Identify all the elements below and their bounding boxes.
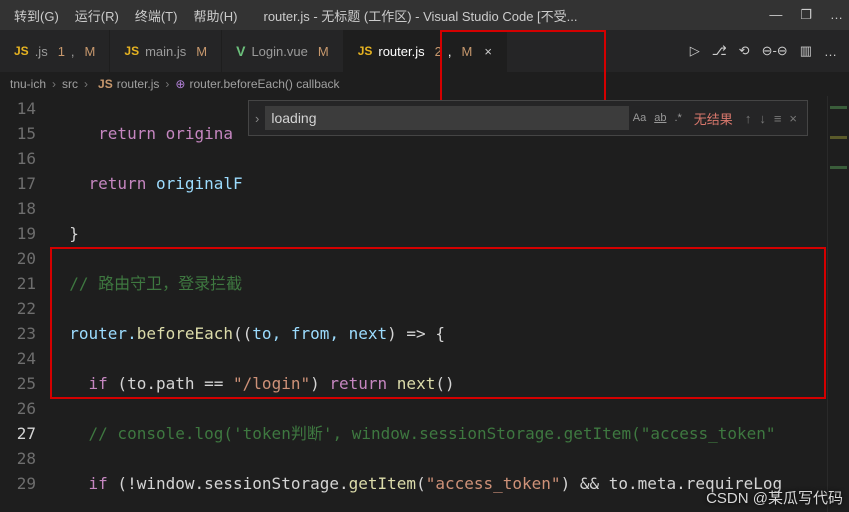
method-icon: ⊕ xyxy=(175,77,185,91)
line-number: 27 xyxy=(0,421,36,446)
line-number: 22 xyxy=(0,296,36,321)
branch-icon[interactable]: ⎇ xyxy=(712,43,727,59)
window-more-icon[interactable]: … xyxy=(830,7,843,23)
line-number: 18 xyxy=(0,196,36,221)
menu-run[interactable]: 运行(R) xyxy=(67,2,127,29)
line-gutter: 14 15 16 17 18 19 20 21 22 23 24 25 26 2… xyxy=(0,96,50,512)
diff-icon[interactable]: ⊖-⊖ xyxy=(762,43,788,59)
code-line: return originalF xyxy=(50,171,827,196)
menubar: 转到(G) 运行(R) 终端(T) 帮助(H) router.js - 无标题 … xyxy=(0,0,849,30)
close-tab-icon[interactable]: × xyxy=(484,44,492,59)
line-number: 17 xyxy=(0,171,36,196)
more-icon[interactable]: … xyxy=(824,44,837,59)
split-editor-icon[interactable]: ▥ xyxy=(800,43,812,59)
regex-icon[interactable]: .* xyxy=(674,112,681,124)
line-number: 24 xyxy=(0,346,36,371)
code-line: if (to.path == "/login") return next() xyxy=(50,371,827,396)
line-number: 29 xyxy=(0,471,36,496)
line-number: 28 xyxy=(0,446,36,471)
tab-label: router.js xyxy=(378,44,424,59)
line-number: 20 xyxy=(0,246,36,271)
line-number: 14 xyxy=(0,96,36,121)
tab-file-main[interactable]: JS main.js M xyxy=(110,30,222,72)
line-number: 19 xyxy=(0,221,36,246)
find-prev-icon[interactable]: ↑ xyxy=(745,111,752,126)
tab-label: main.js xyxy=(145,44,186,59)
js-icon: JS xyxy=(124,44,139,58)
close-find-icon[interactable]: × xyxy=(789,111,797,126)
code-editor[interactable]: 14 15 16 17 18 19 20 21 22 23 24 25 26 2… xyxy=(0,96,849,512)
tab-label: .js xyxy=(35,44,48,59)
line-number: 15 xyxy=(0,121,36,146)
code-line: } xyxy=(50,221,827,246)
match-case-icon[interactable]: Aa xyxy=(633,112,646,124)
bc-src[interactable]: src xyxy=(62,77,78,91)
problem-count: 1 xyxy=(58,44,65,59)
tab-file-router[interactable]: JS router.js 2, M × xyxy=(344,30,507,72)
bc-root[interactable]: tnu-ich xyxy=(10,77,46,91)
code-line: // console.log('token判断', window.session… xyxy=(50,421,827,446)
chevron-right-icon: › xyxy=(165,77,169,91)
find-in-selection-icon[interactable]: ≡ xyxy=(774,111,782,126)
dirty-indicator: M xyxy=(318,44,329,59)
tab-label: Login.vue xyxy=(251,44,307,59)
window-title: router.js - 无标题 (工作区) - Visual Studio Co… xyxy=(263,6,757,25)
bc-file[interactable]: router.js xyxy=(117,77,160,91)
vue-icon: V xyxy=(236,43,245,59)
window-restore-icon[interactable]: ❐ xyxy=(800,7,812,23)
find-no-results: 无结果 xyxy=(694,109,733,128)
editor-area: › Aa ab .* 无结果 ↑ ↓ ≡ × 14 15 16 17 18 19… xyxy=(0,96,849,512)
find-input[interactable] xyxy=(265,106,628,130)
line-number: 25 xyxy=(0,371,36,396)
menu-terminal[interactable]: 终端(T) xyxy=(127,2,186,29)
breadcrumb[interactable]: tnu-ich › src › JS router.js › ⊕ router.… xyxy=(0,72,849,96)
tab-file-login[interactable]: V Login.vue M xyxy=(222,30,344,72)
bc-symbol[interactable]: router.beforeEach() callback xyxy=(189,77,339,91)
window-min-icon[interactable]: — xyxy=(769,7,782,23)
menu-go[interactable]: 转到(G) xyxy=(6,2,67,29)
js-icon: JS xyxy=(14,44,29,58)
dirty-indicator: M xyxy=(196,44,207,59)
find-widget: › Aa ab .* 无结果 ↑ ↓ ≡ × xyxy=(248,100,808,136)
code-content[interactable]: return origina return originalF } // 路由守… xyxy=(50,96,827,512)
match-whole-word-icon[interactable]: ab xyxy=(654,112,666,124)
minimap[interactable] xyxy=(827,96,849,512)
sync-icon[interactable]: ⟲ xyxy=(739,43,750,59)
chevron-right-icon: › xyxy=(84,77,88,91)
run-icon[interactable]: ▷ xyxy=(690,43,700,59)
line-number: 26 xyxy=(0,396,36,421)
chevron-right-icon: › xyxy=(52,77,56,91)
tab-bar: JS .js 1, M JS main.js M V Login.vue M J… xyxy=(0,30,849,72)
toggle-replace-icon[interactable]: › xyxy=(255,111,259,126)
dirty-indicator: M xyxy=(461,44,472,59)
dirty-indicator: M xyxy=(85,44,96,59)
line-number: 23 xyxy=(0,321,36,346)
code-line: router.beforeEach((to, from, next) => { xyxy=(50,321,827,346)
watermark: CSDN @某瓜写代码 xyxy=(706,487,843,508)
line-number: 21 xyxy=(0,271,36,296)
js-icon: JS xyxy=(98,77,113,91)
find-next-icon[interactable]: ↓ xyxy=(759,111,766,126)
js-icon: JS xyxy=(358,44,373,58)
tab-file-0[interactable]: JS .js 1, M xyxy=(0,30,110,72)
code-line: // 路由守卫，登录拦截 xyxy=(50,271,827,296)
menu-help[interactable]: 帮助(H) xyxy=(185,2,245,29)
problem-count: 2 xyxy=(435,44,442,59)
line-number: 16 xyxy=(0,146,36,171)
